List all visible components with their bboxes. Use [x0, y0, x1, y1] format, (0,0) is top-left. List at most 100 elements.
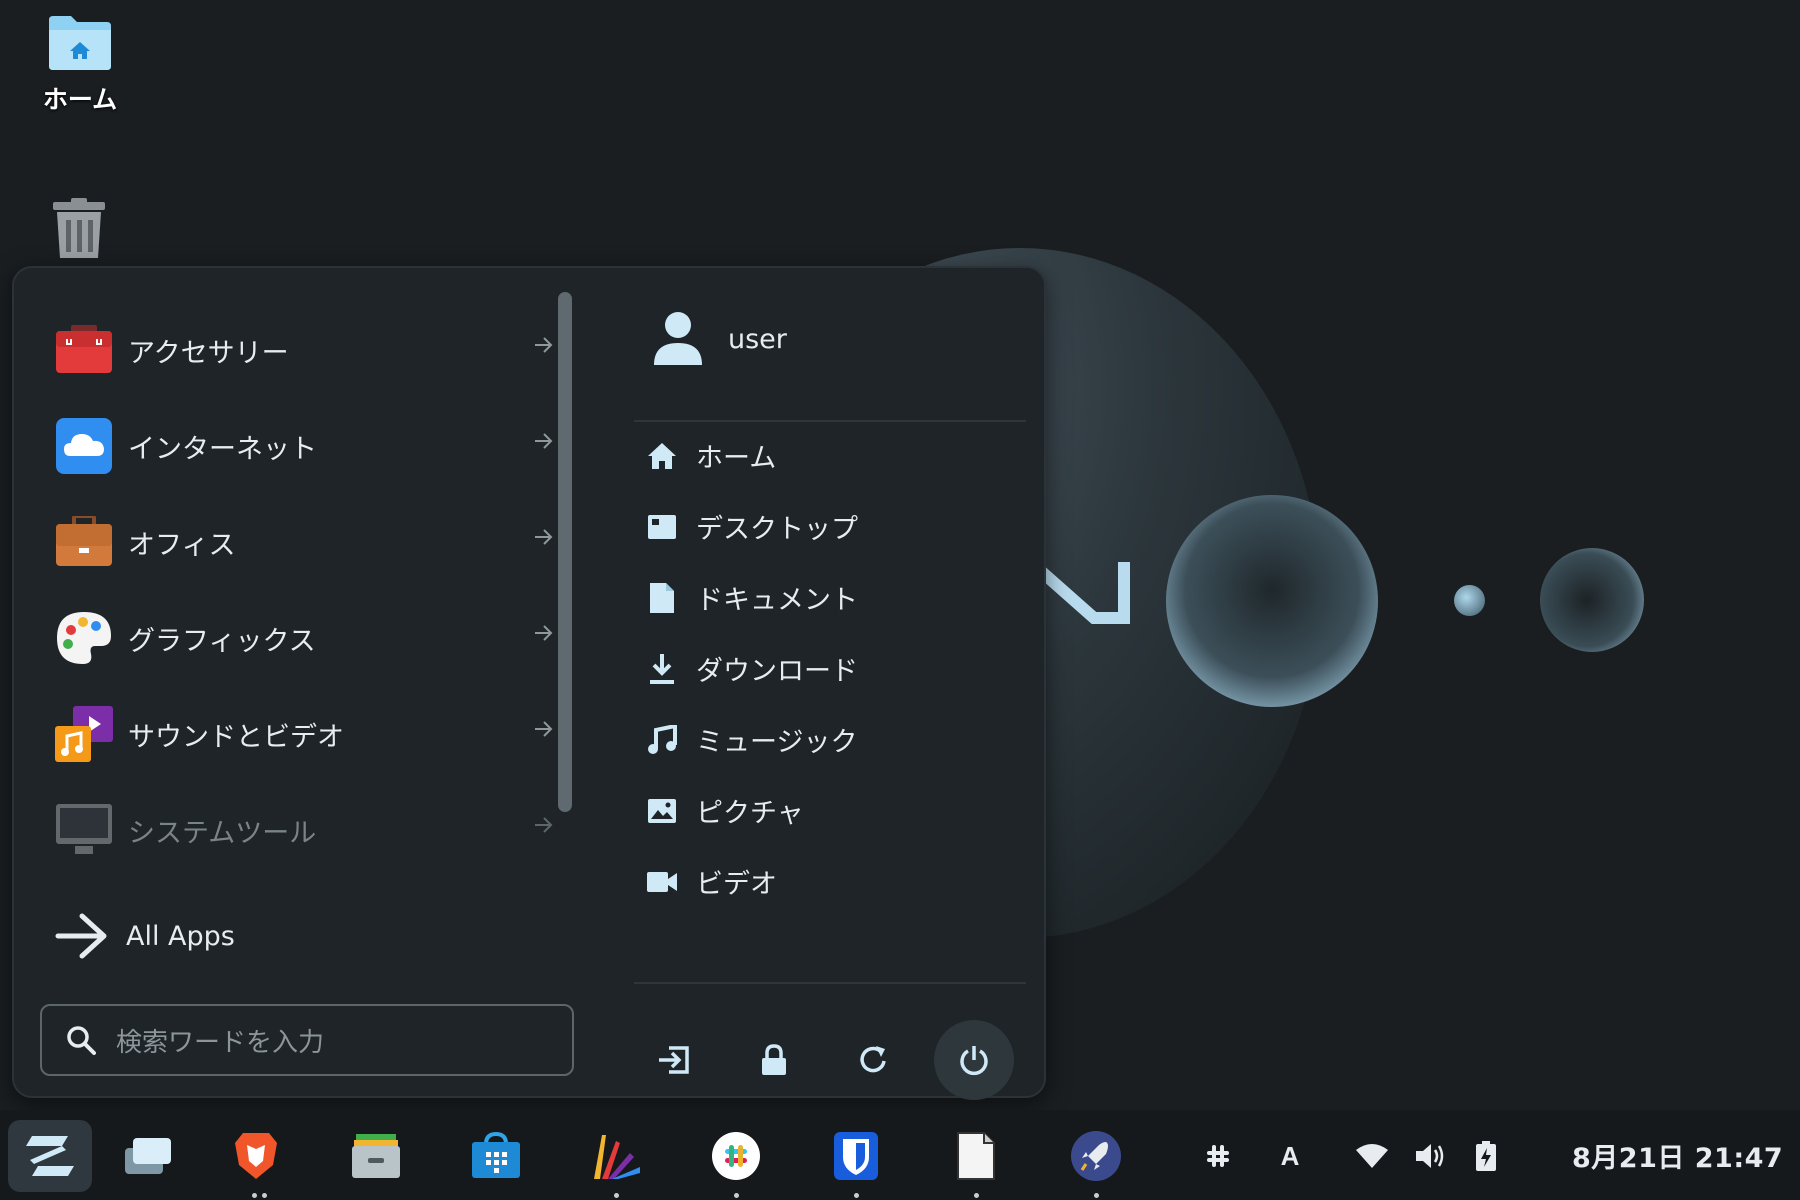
- home-icon: [646, 440, 678, 472]
- zorin-menu-icon: [26, 1136, 74, 1176]
- drawing-app-icon: [594, 1135, 640, 1179]
- category-graphics[interactable]: グラフィックス: [54, 590, 574, 686]
- place-label: ダウンロード: [696, 656, 858, 687]
- arrow-right-icon: [535, 337, 553, 353]
- start-menu: アクセサリー インターネット オフィス グラフィックス サウンドとビデオ システ…: [12, 266, 1046, 1100]
- software-store-button[interactable]: [454, 1120, 538, 1192]
- running-indicator: [614, 1193, 619, 1198]
- files-icon: [352, 1134, 400, 1178]
- arrow-right-icon: [535, 625, 553, 641]
- search-placeholder: 検索ワードを入力: [116, 1027, 325, 1058]
- drawing-app-button[interactable]: [574, 1120, 658, 1198]
- download-icon: [646, 653, 678, 685]
- restart-icon: [860, 1046, 886, 1073]
- category-system-tools[interactable]: システムツール: [54, 782, 574, 878]
- bitwarden-icon: [834, 1132, 878, 1180]
- trash-icon: [53, 198, 105, 258]
- arrow-right-icon: [55, 913, 107, 959]
- search-icon: [67, 1026, 96, 1055]
- volume-button[interactable]: [1410, 1136, 1450, 1176]
- slack-tray-button[interactable]: [1198, 1136, 1238, 1176]
- wallpaper-small-planet: [1540, 548, 1644, 652]
- category-label: アクセサリー: [128, 337, 289, 369]
- office-briefcase-icon: [54, 512, 114, 572]
- running-indicator: [1094, 1193, 1099, 1198]
- files-button[interactable]: [334, 1120, 418, 1192]
- all-apps-button[interactable]: All Apps: [54, 896, 235, 976]
- wallpaper-mid-planet: [1166, 495, 1378, 707]
- software-store-icon: [472, 1132, 520, 1178]
- lock-button[interactable]: [734, 1020, 814, 1100]
- place-desktop[interactable]: デスクトップ: [646, 491, 1026, 562]
- sound-video-icon: [54, 704, 114, 764]
- workspaces-button[interactable]: [106, 1120, 190, 1192]
- wifi-icon: [1356, 1144, 1388, 1168]
- place-documents[interactable]: ドキュメント: [646, 562, 1026, 633]
- place-label: ホーム: [696, 443, 777, 474]
- running-indicator: [974, 1193, 979, 1198]
- place-downloads[interactable]: ダウンロード: [646, 633, 1026, 704]
- power-button[interactable]: [934, 1020, 1014, 1100]
- arrow-right-icon: [535, 433, 553, 449]
- place-label: ドキュメント: [696, 585, 858, 616]
- bitwarden-button[interactable]: [814, 1120, 898, 1198]
- place-pictures[interactable]: ピクチャ: [646, 775, 1026, 846]
- desktop-icon: [646, 511, 678, 543]
- desktop-home-label: ホーム: [42, 85, 118, 114]
- user-name: user: [728, 323, 787, 355]
- desktop-trash-shortcut[interactable]: [44, 198, 114, 260]
- category-sound-video[interactable]: サウンドとビデオ: [54, 686, 574, 782]
- taskbar: A 8月21日 21:47: [0, 1110, 1800, 1200]
- arrow-right-icon: [535, 721, 553, 737]
- category-label: インターネット: [128, 433, 317, 465]
- brave-browser-button[interactable]: [214, 1120, 298, 1198]
- slack-button[interactable]: [694, 1120, 778, 1198]
- category-scrollbar[interactable]: [558, 292, 572, 812]
- clock[interactable]: 8月21日 21:47: [1572, 1136, 1783, 1175]
- running-indicator: [854, 1193, 859, 1198]
- arrow-right-icon: [535, 529, 553, 545]
- video-icon: [646, 866, 678, 898]
- logout-button[interactable]: [634, 1020, 714, 1100]
- battery-icon: [1476, 1141, 1496, 1171]
- lock-icon: [762, 1044, 786, 1075]
- place-label: ミュージック: [696, 727, 858, 758]
- zorin-menu-button[interactable]: [8, 1120, 92, 1192]
- input-method-label: A: [1280, 1140, 1300, 1171]
- place-music[interactable]: ミュージック: [646, 704, 1026, 775]
- category-office[interactable]: オフィス: [54, 494, 574, 590]
- power-icon: [960, 1046, 988, 1076]
- arrow-right-icon: [535, 817, 553, 833]
- running-indicator: [262, 1193, 267, 1198]
- category-list: アクセサリー インターネット オフィス グラフィックス サウンドとビデオ システ…: [54, 302, 574, 878]
- category-accessories[interactable]: アクセサリー: [54, 302, 574, 398]
- volume-icon: [1416, 1144, 1444, 1168]
- battery-button[interactable]: [1466, 1136, 1506, 1176]
- brave-browser-icon: [235, 1133, 277, 1179]
- place-videos[interactable]: ビデオ: [646, 846, 1026, 917]
- accessories-icon: [54, 320, 114, 380]
- place-label: ビデオ: [696, 869, 777, 900]
- slack-tray-icon: [1207, 1145, 1229, 1167]
- logout-icon: [659, 1046, 689, 1074]
- internet-cloud-icon: [54, 416, 114, 476]
- user-account-button[interactable]: user: [652, 308, 787, 370]
- text-editor-button[interactable]: [934, 1120, 1018, 1198]
- picture-icon: [646, 795, 678, 827]
- music-icon: [646, 724, 678, 756]
- workspaces-icon: [125, 1138, 171, 1174]
- all-apps-label: All Apps: [126, 920, 235, 952]
- restart-button[interactable]: [834, 1020, 914, 1100]
- desktop-home-shortcut[interactable]: ホーム: [20, 14, 140, 116]
- category-label: システムツール: [128, 817, 317, 849]
- launcher-rocket-icon: [1071, 1131, 1121, 1181]
- wallpaper-glyph: [1040, 562, 1130, 624]
- place-label: デスクトップ: [696, 514, 858, 545]
- search-input[interactable]: 検索ワードを入力: [40, 1004, 574, 1076]
- wifi-button[interactable]: [1352, 1136, 1392, 1176]
- place-home[interactable]: ホーム: [646, 420, 1026, 491]
- input-method-button[interactable]: A: [1270, 1136, 1310, 1176]
- category-internet[interactable]: インターネット: [54, 398, 574, 494]
- launcher-rocket-button[interactable]: [1054, 1120, 1138, 1198]
- wallpaper-tiny-planet: [1454, 585, 1485, 616]
